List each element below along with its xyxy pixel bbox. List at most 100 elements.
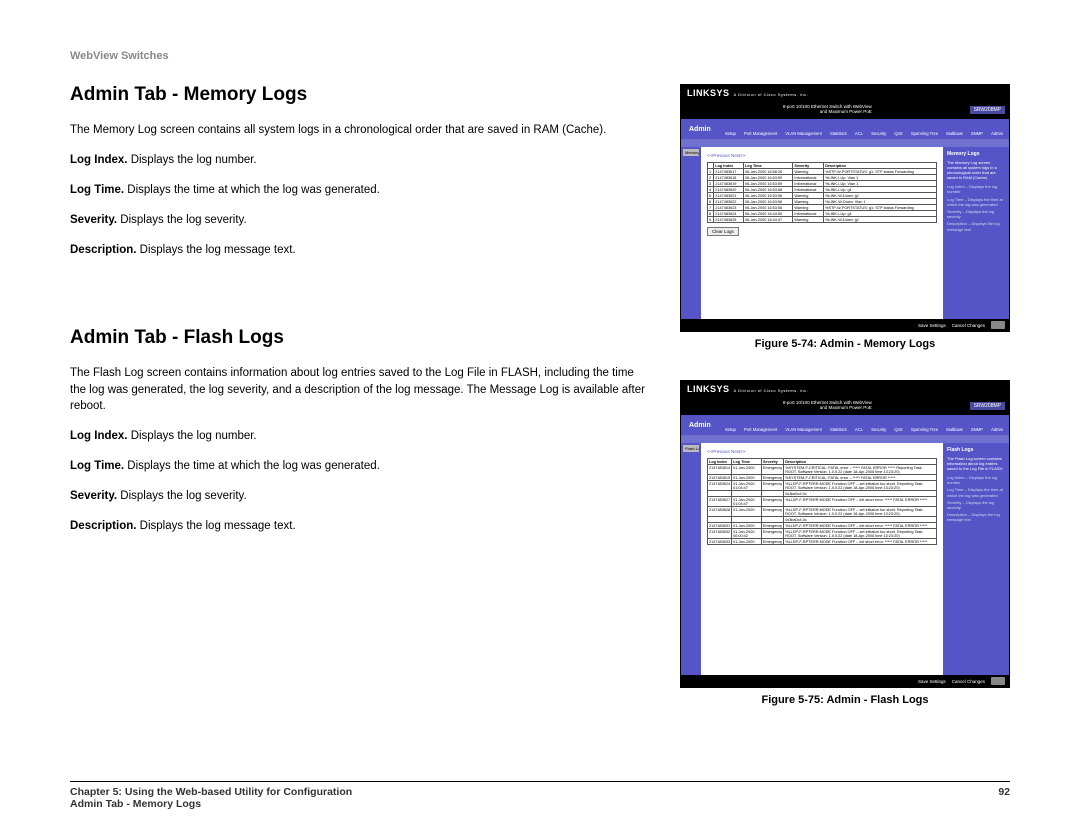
screenshot-flash-logs: LINKSYSA Division of Cisco Systems, Inc.… (680, 380, 1010, 688)
model-badge: SRW208MP (970, 402, 1005, 410)
section2-field: Log Time. Displays the time at which the… (70, 458, 650, 474)
nav-tab[interactable]: QoS (894, 132, 902, 137)
pager[interactable]: <<Previous Next>> (707, 449, 937, 454)
section2-intro: The Flash Log screen contains informatio… (70, 365, 650, 413)
nav-tab[interactable]: QoS (894, 428, 902, 433)
help-link[interactable]: Log Index – Displays the log number (947, 475, 1005, 485)
table-cell: %SYSTEM-F-CRITICAL: FATAL error – ***** … (784, 465, 937, 475)
mock-right-rail: Memory Logs The Memory Log screen contai… (943, 147, 1009, 319)
table-row: 214748362801-Jan-2000Emergency%LLDP-F-RP… (708, 507, 937, 517)
footer-page-number: 92 (998, 786, 1010, 798)
figure2-caption: Figure 5-75: Admin - Flash Logs (680, 694, 1010, 706)
clear-logs-button[interactable]: Clear Logs (707, 227, 739, 236)
section1-title: Admin Tab - Memory Logs (70, 84, 650, 106)
table-cell: %LLDP-F-RPTERR:MODE Function OFF – init … (784, 539, 937, 545)
nav-tab[interactable]: ACL (855, 428, 863, 433)
nav-tab[interactable]: VLAN Management (785, 132, 822, 137)
nav-tab[interactable]: SNMP (971, 428, 983, 433)
field-text: Displays the log severity. (117, 490, 247, 502)
help-link[interactable]: Log Index – Displays the log number (947, 184, 1005, 194)
save-settings-button[interactable]: Save Settings (918, 323, 946, 328)
nav-tab[interactable]: ACL (855, 132, 863, 137)
product-label: 8-port 10/100 Ethernet Switch with WebVi… (783, 105, 872, 115)
help-link[interactable]: Log Time – Displays the time at which th… (947, 487, 1005, 497)
figures-column: LINKSYS A Division of Cisco Systems, Inc.… (680, 84, 1010, 736)
section1-field: Severity. Displays the log severity. (70, 212, 650, 228)
section2-field: Log Index. Displays the log number. (70, 428, 650, 444)
nav-tab[interactable]: Admin (991, 132, 1003, 137)
nav-tab[interactable]: Spanning Tree (911, 428, 938, 433)
table-row: 214748361401-Jan-2000Emergency%SYSTEM-F-… (708, 465, 937, 475)
help-link[interactable]: Description – Displays the log message t… (947, 512, 1005, 522)
screenshot-memory-logs: LINKSYS A Division of Cisco Systems, Inc.… (680, 84, 1010, 332)
mock-topbar: 8-port 10/100 Ethernet Switch with WebVi… (681, 101, 1009, 119)
nav-tab[interactable]: Statistics (830, 428, 847, 433)
pager[interactable]: <<Previous Next>> (707, 153, 937, 158)
help-link[interactable]: Severity – Displays the log severity (947, 500, 1005, 510)
nav-tab[interactable]: SNMP (971, 132, 983, 137)
field-text: Displays the time at which the log was g… (124, 184, 380, 196)
table-cell: 2147483627 (708, 497, 732, 507)
rail-label-memory: Memory Logs (683, 149, 699, 156)
field-text: Displays the time at which the log was g… (124, 460, 380, 472)
memory-log-table: Log IndexLog TimeSeverityDescription1214… (707, 162, 937, 223)
mock-navbar: Admin Setup Port Management VLAN Managemen… (681, 119, 1009, 139)
cisco-logo-icon (991, 677, 1005, 685)
nav-tab[interactable]: Spanning Tree (911, 132, 938, 137)
brand-text: LINKSYS (687, 88, 730, 98)
field-text: Displays the log message text. (136, 244, 295, 256)
table-cell: 2147483614 (708, 465, 732, 475)
field-label: Log Time. (70, 460, 124, 472)
table-cell: 2147483628 (708, 507, 732, 517)
save-settings-button[interactable]: Save Settings (918, 679, 946, 684)
section2-field: Severity. Displays the log severity. (70, 488, 650, 504)
rail-label-flash: Flash Logs (683, 445, 699, 452)
product-label: 8-port 10/100 Ethernet Switch with WebVi… (783, 401, 872, 411)
subbrand-text: A Division of Cisco Systems, Inc. (734, 388, 809, 393)
admin-tab-label[interactable]: Admin (681, 119, 719, 139)
nav-tab[interactable]: Multicast (946, 428, 963, 433)
field-text: Displays the log number. (128, 154, 257, 166)
field-label: Log Time. (70, 184, 124, 196)
figure-memory-logs: LINKSYS A Division of Cisco Systems, Inc.… (680, 84, 1010, 350)
table-row: 214748363201-Jan-2000 00:00:42Emergency%… (708, 529, 937, 539)
table-cell: 06-Jan-2000 16:44:47 (743, 217, 792, 223)
section1-field: Description. Displays the log message te… (70, 242, 650, 258)
nav-tab[interactable]: Statistics (830, 132, 847, 137)
mock-subnav (681, 435, 1009, 443)
cancel-changes-button[interactable]: Cancel Changes (952, 679, 985, 684)
nav-tab[interactable]: VLAN Management (785, 428, 822, 433)
help-link[interactable]: Severity – Displays the log severity (947, 209, 1005, 219)
footer-section-ref: Admin Tab - Memory Logs (70, 798, 1010, 810)
footer-chapter: Chapter 5: Using the Web-based Utility f… (70, 786, 352, 798)
right-panel-desc: The Flash Log screen contains informatio… (947, 456, 1005, 472)
mock-subnav (681, 139, 1009, 147)
nav-tab[interactable]: Setup (725, 428, 736, 433)
nav-tab[interactable]: Multicast (946, 132, 963, 137)
subbrand-text: A Division of Cisco Systems, Inc. (734, 92, 809, 97)
nav-tab[interactable]: Admin (991, 428, 1003, 433)
table-cell: %LLDP-F-RPTERR:MODE Function OFF – set i… (784, 529, 937, 539)
table-cell: Warning (793, 217, 824, 223)
help-link[interactable]: Log Time – Displays the time at which th… (947, 197, 1005, 207)
nav-tab[interactable]: Port Management (744, 428, 777, 433)
mock-main-memory: <<Previous Next>> Log IndexLog TimeSever… (701, 147, 943, 319)
admin-tab-label[interactable]: Admin (681, 415, 719, 435)
table-row: 214748362401-Jan-2000 01:04:47Emergency%… (708, 481, 937, 491)
nav-tab[interactable]: Security (871, 428, 886, 433)
field-label: Description. (70, 520, 136, 532)
field-label: Log Index. (70, 154, 128, 166)
table-cell: 01-Jan-2000 (732, 465, 762, 475)
field-label: Severity. (70, 490, 117, 502)
help-link[interactable]: Description – Displays the log message t… (947, 221, 1005, 231)
mock-topbar: 8-port 10/100 Ethernet Switch with WebVi… (681, 397, 1009, 415)
cancel-changes-button[interactable]: Cancel Changes (952, 323, 985, 328)
table-row: 214748362701-Jan-2000 01:04:47Emergency%… (708, 497, 937, 507)
nav-tab[interactable]: Setup (725, 132, 736, 137)
mock-left-rail: Flash Logs (681, 443, 701, 675)
nav-tab[interactable]: Security (871, 132, 886, 137)
field-text: Displays the log message text. (136, 520, 295, 532)
field-text: Displays the log number. (128, 430, 257, 442)
table-cell: Emergency (761, 539, 783, 545)
nav-tab[interactable]: Port Management (744, 132, 777, 137)
